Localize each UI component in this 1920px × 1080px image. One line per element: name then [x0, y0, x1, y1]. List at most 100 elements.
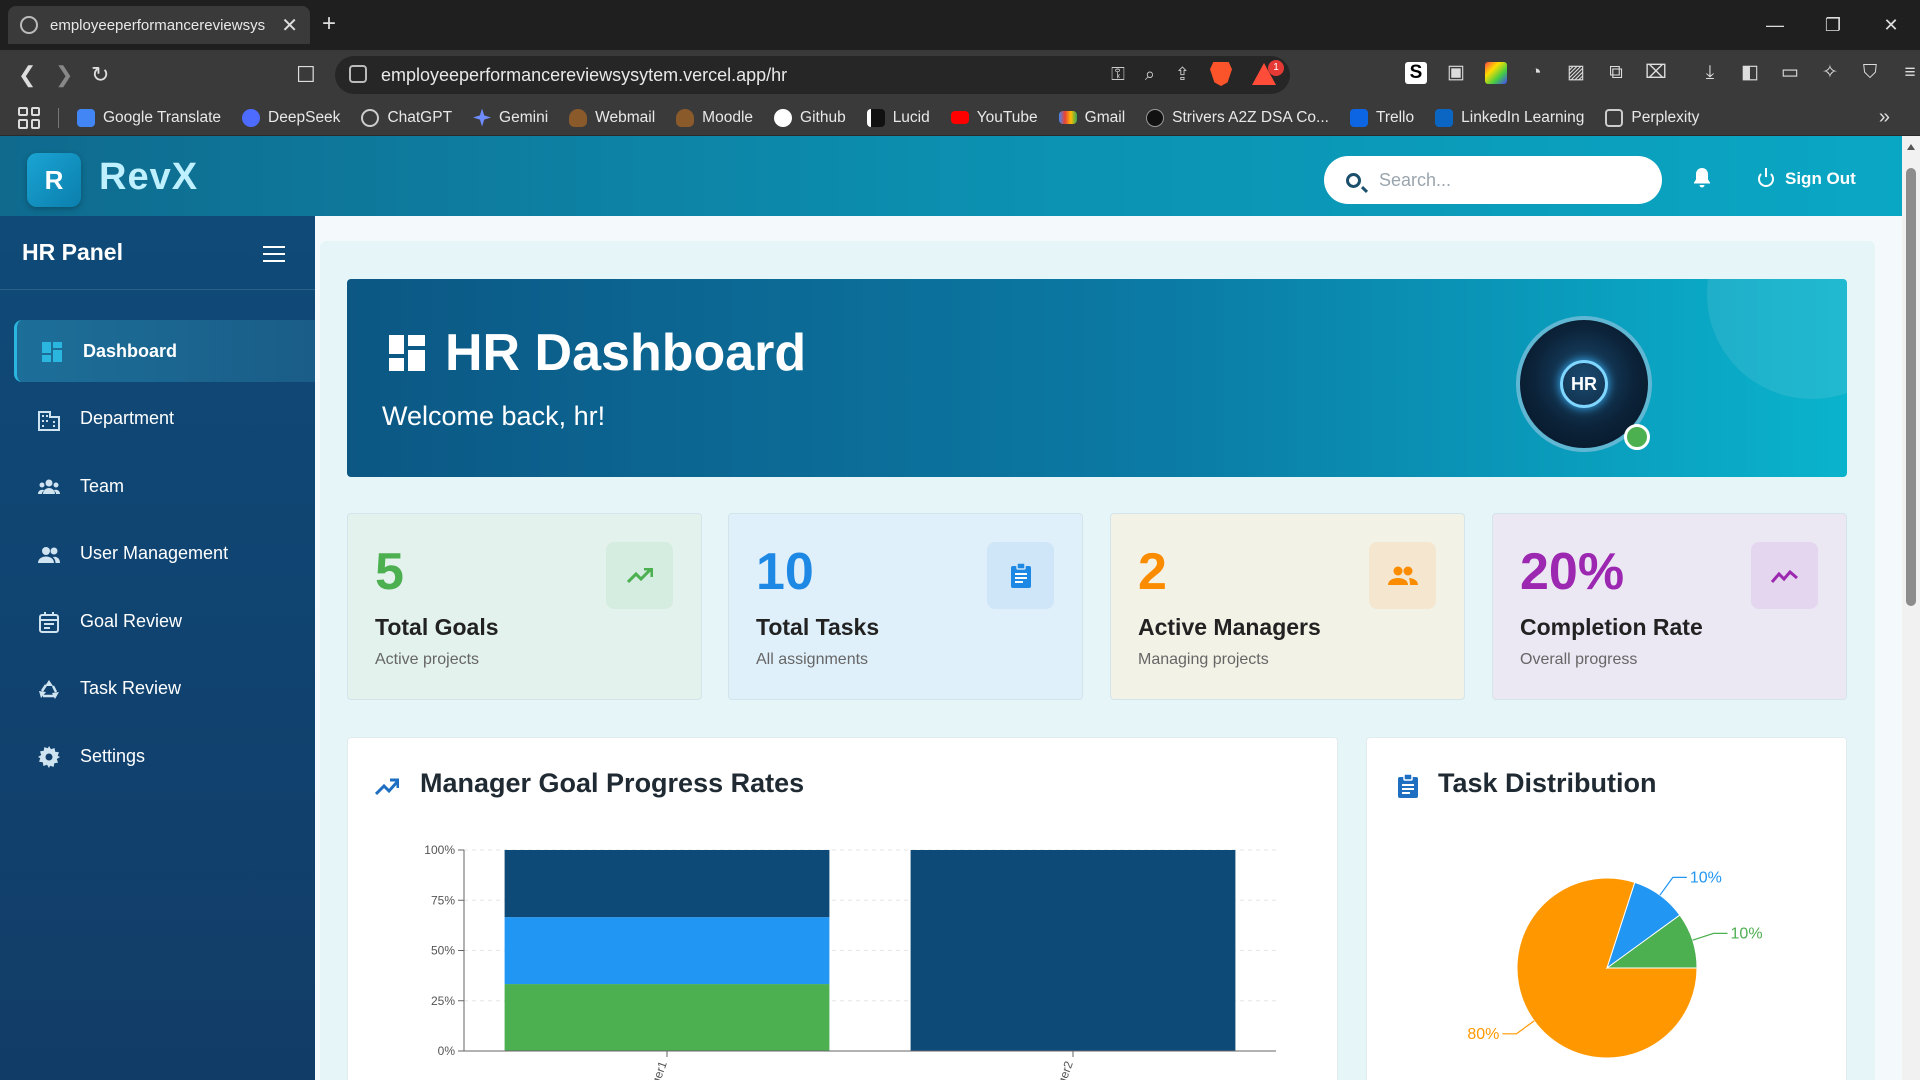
scrollbar-thumb[interactable]	[1906, 168, 1916, 606]
bookmark-favicon	[77, 108, 95, 127]
bookmark-item[interactable]: Lucid	[866, 108, 930, 127]
url-field[interactable]: employeeperformancereviewsysytem.vercel.…	[335, 56, 1290, 94]
scroll-up-icon[interactable]	[1907, 144, 1915, 150]
key-icon[interactable]: ⚿	[1111, 64, 1125, 85]
browser-tab[interactable]: employeeperformancereviewsys ✕	[8, 6, 310, 44]
bell-icon[interactable]	[1692, 167, 1712, 189]
download-icon[interactable]: ⤓	[1699, 62, 1721, 84]
leo-ai-icon[interactable]: ✧	[1819, 62, 1841, 84]
avatar[interactable]: HR	[1516, 316, 1652, 452]
stat-card-total-goals[interactable]: 5 Total Goals Active projects	[347, 513, 702, 700]
extension-screen-icon[interactable]: ▣	[1445, 62, 1467, 84]
bar-segment	[910, 850, 1236, 1051]
extension-image-icon[interactable]: ▨	[1565, 62, 1587, 84]
extension-google-icon[interactable]: ◔	[1525, 62, 1547, 84]
bookmark-item[interactable]: Webmail	[569, 108, 655, 127]
avatar-hr-emblem: HR	[1560, 360, 1608, 408]
sidebar-toggle-icon[interactable]: ◧	[1739, 62, 1761, 84]
bookmark-item[interactable]: Perplexity	[1605, 108, 1699, 127]
bookmark-item[interactable]: Github	[774, 108, 846, 127]
browser-menu-icon[interactable]: ≡	[1899, 62, 1920, 84]
back-icon[interactable]: ❮	[18, 62, 36, 88]
sidebar-item-task-review[interactable]: Task Review	[0, 658, 315, 720]
stat-subtitle: All assignments	[756, 651, 869, 668]
sidebar-item-dashboard[interactable]: Dashboard	[14, 320, 315, 382]
sidebar-item-label: Task Review	[80, 678, 182, 698]
tab-title: employeeperformancereviewsys	[50, 16, 266, 34]
sidebar-item-user-management[interactable]: User Management	[0, 523, 315, 585]
site-info-icon[interactable]	[349, 65, 367, 83]
reload-icon[interactable]: ↻	[91, 62, 109, 88]
dashboard-icon	[389, 335, 425, 371]
stat-card-completion-rate[interactable]: 20% Completion Rate Overall progress	[1492, 513, 1847, 700]
bookmark-item[interactable]: Moodle	[676, 108, 753, 127]
extension-color-icon[interactable]	[1485, 62, 1507, 84]
sidebar-item-team[interactable]: Team	[0, 455, 315, 517]
app-logo[interactable]: R	[27, 153, 81, 207]
sidebar-header: HR Panel	[0, 216, 315, 290]
search-icon	[1346, 172, 1361, 188]
bookmark-icon[interactable]: ☐	[296, 62, 316, 88]
wallet-icon[interactable]: ▭	[1779, 62, 1801, 84]
people-icon	[1387, 566, 1418, 585]
stat-card-total-tasks[interactable]: 10 Total Tasks All assignments	[728, 513, 1083, 700]
sidebar-item-settings[interactable]: Settings	[0, 725, 315, 787]
goal-progress-bar-chart: 0% 25% 50% 75% 100% Manager1 Manager2	[424, 843, 1276, 1080]
sign-out-button[interactable]: Sign Out	[1758, 168, 1856, 189]
bookmark-item[interactable]: LinkedIn Learning	[1435, 108, 1584, 127]
y-tick-label: 100%	[424, 843, 455, 857]
rewards-badge: 1	[1268, 60, 1284, 76]
stat-subtitle: Overall progress	[1520, 651, 1638, 668]
bookmark-item[interactable]: Google Translate	[77, 108, 221, 127]
stat-value: 2	[1138, 543, 1167, 601]
bookmark-favicon	[866, 108, 885, 127]
close-window-button[interactable]: ✕	[1862, 15, 1920, 36]
extension-search-icon[interactable]: ⌧	[1645, 62, 1667, 84]
menu-toggle-icon[interactable]	[263, 246, 285, 262]
extensions-puzzle-icon[interactable]: ⧉	[1605, 62, 1627, 84]
page-scrollbar[interactable]	[1902, 136, 1920, 1080]
clipboard-icon	[1010, 562, 1031, 588]
bookmark-item[interactable]: Trello	[1349, 108, 1414, 127]
trending-up-icon	[626, 567, 653, 583]
pie-label-leader	[1659, 876, 1687, 896]
stat-label: Completion Rate	[1520, 614, 1703, 640]
close-tab-icon[interactable]: ✕	[281, 13, 298, 38]
bookmark-item[interactable]: Gemini	[473, 108, 548, 127]
more-bookmarks-icon[interactable]: »	[1879, 106, 1890, 129]
new-tab-button[interactable]: +	[322, 10, 336, 38]
search-input[interactable]	[1379, 169, 1639, 191]
stat-card-active-managers[interactable]: 2 Active Managers Managing projects	[1110, 513, 1465, 700]
bookmark-favicon	[1349, 108, 1368, 127]
zoom-icon[interactable]: ⌕	[1145, 64, 1155, 85]
bar-segment	[504, 984, 830, 1051]
sign-out-label: Sign Out	[1785, 169, 1856, 188]
bookmark-favicon	[569, 108, 588, 127]
sidebar-menu: Dashboard Department Team User Managemen…	[0, 320, 315, 787]
pie-label-leader	[1692, 932, 1728, 941]
sidebar-item-department[interactable]: Department	[0, 388, 315, 450]
bookmark-favicon	[361, 108, 380, 127]
bookmark-favicon	[1058, 111, 1077, 124]
search-box[interactable]	[1324, 156, 1662, 204]
stat-subtitle: Managing projects	[1138, 651, 1269, 668]
minimize-button[interactable]: —	[1746, 15, 1804, 36]
pie-slice-label: 10%	[1690, 869, 1722, 886]
bookmark-item[interactable]: ChatGPT	[361, 108, 452, 127]
pie-label-leader	[1502, 1020, 1535, 1035]
extension-s-icon[interactable]: S	[1405, 62, 1427, 84]
forward-icon[interactable]: ❯	[55, 62, 73, 88]
bookmark-item[interactable]: DeepSeek	[242, 108, 340, 127]
stat-value: 10	[756, 543, 814, 601]
apps-grid-icon[interactable]	[18, 106, 40, 129]
bookmark-item[interactable]: YouTube	[950, 109, 1038, 127]
bookmark-item[interactable]: Gmail	[1058, 109, 1125, 127]
share-icon[interactable]: ⇪	[1175, 64, 1190, 85]
sidebar-item-goal-review[interactable]: Goal Review	[0, 590, 315, 652]
analytics-icon	[1770, 569, 1798, 583]
restore-button[interactable]: ❐	[1804, 15, 1862, 36]
brave-shield-icon[interactable]	[1210, 62, 1232, 86]
bookmark-item[interactable]: Strivers A2Z DSA Co...	[1146, 108, 1329, 127]
globe-icon	[20, 16, 38, 34]
vpn-icon[interactable]: ⛉	[1859, 62, 1881, 84]
